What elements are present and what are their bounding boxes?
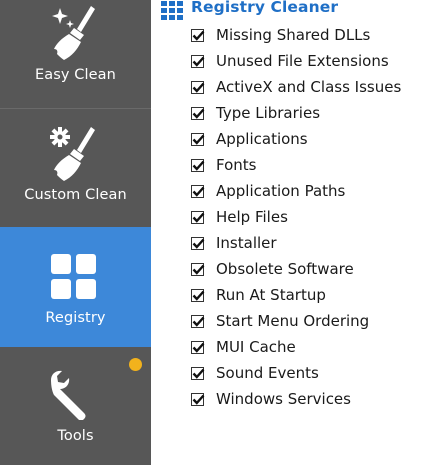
sidebar-item-custom-clean[interactable]: Custom Clean — [0, 109, 151, 227]
checkmark-icon — [192, 394, 205, 405]
checkmark-icon — [192, 264, 205, 275]
registry-option-row[interactable]: MUI Cache — [191, 335, 296, 359]
registry-option-label: Missing Shared DLLs — [216, 26, 371, 44]
checkbox[interactable] — [191, 314, 205, 328]
registry-option-label: Run At Startup — [216, 286, 326, 304]
checkmark-icon — [192, 30, 205, 41]
registry-option-row[interactable]: ActiveX and Class Issues — [191, 75, 401, 99]
checkbox[interactable] — [191, 236, 205, 250]
registry-option-label: Start Menu Ordering — [216, 312, 370, 330]
registry-option-label: Windows Services — [216, 390, 351, 408]
checkmark-icon — [192, 238, 205, 249]
registry-grid-icon — [51, 254, 96, 299]
checkmark-icon — [192, 56, 205, 67]
checkmark-icon — [192, 316, 205, 327]
registry-option-label: Sound Events — [216, 364, 319, 382]
registry-option-row[interactable]: Missing Shared DLLs — [191, 23, 370, 47]
registry-option-row[interactable]: Type Libraries — [191, 101, 320, 125]
registry-option-row[interactable]: Run At Startup — [191, 283, 326, 307]
checkbox[interactable] — [191, 340, 205, 354]
checkbox[interactable] — [191, 132, 205, 146]
wrench-icon — [51, 370, 86, 420]
registry-option-label: ActiveX and Class Issues — [216, 78, 402, 96]
checkbox[interactable] — [191, 184, 205, 198]
checkbox[interactable] — [191, 366, 205, 380]
checkmark-icon — [192, 82, 205, 93]
checkmark-icon — [192, 160, 205, 171]
section-title: Registry Cleaner — [191, 0, 339, 16]
checkmark-icon — [192, 342, 205, 353]
checkbox[interactable] — [191, 80, 205, 94]
registry-option-row[interactable]: Applications — [191, 127, 308, 151]
registry-option-label: Installer — [216, 234, 277, 252]
checkbox[interactable] — [191, 288, 205, 302]
sidebar-item-label: Easy Clean — [35, 67, 116, 83]
registry-option-label: Unused File Extensions — [216, 52, 389, 70]
registry-option-label: Applications — [216, 130, 308, 148]
checkbox[interactable] — [191, 106, 205, 120]
checkbox[interactable] — [191, 392, 205, 406]
sidebar-item-label: Registry — [45, 310, 106, 326]
registry-option-row[interactable]: Installer — [191, 231, 277, 255]
registry-option-label: Obsolete Software — [216, 260, 354, 278]
sidebar-item-registry[interactable]: Registry — [0, 227, 151, 347]
registry-option-label: Help Files — [216, 208, 288, 226]
registry-option-row[interactable]: Fonts — [191, 153, 256, 177]
sidebar-item-label: Tools — [57, 428, 94, 444]
checkmark-icon — [192, 134, 205, 145]
registry-option-label: Application Paths — [216, 182, 346, 200]
registry-option-row[interactable]: Obsolete Software — [191, 257, 354, 281]
registry-option-row[interactable]: Help Files — [191, 205, 288, 229]
registry-option-row[interactable]: Application Paths — [191, 179, 345, 203]
registry-option-row[interactable]: Unused File Extensions — [191, 49, 389, 73]
registry-grid-icon — [161, 1, 183, 20]
registry-option-row[interactable]: Start Menu Ordering — [191, 309, 369, 333]
registry-panel: Registry Cleaner Missing Shared DLLs Unus… — [151, 0, 447, 465]
registry-option-row[interactable]: Windows Services — [191, 387, 351, 411]
sidebar-item-easy-clean[interactable]: Easy Clean — [0, 0, 151, 108]
notification-badge — [129, 358, 142, 371]
checkmark-icon — [192, 290, 205, 301]
checkmark-icon — [192, 212, 205, 223]
broom-sparkle-icon — [52, 6, 95, 60]
checkmark-icon — [192, 186, 205, 197]
sidebar-item-label: Custom Clean — [24, 187, 127, 203]
registry-option-label: MUI Cache — [216, 338, 296, 356]
registry-option-label: Type Libraries — [216, 104, 321, 122]
checkmark-icon — [192, 108, 205, 119]
registry-option-row[interactable]: Sound Events — [191, 361, 319, 385]
checkbox[interactable] — [191, 54, 205, 68]
checkbox[interactable] — [191, 158, 205, 172]
checkmark-icon — [192, 368, 205, 379]
checkbox[interactable] — [191, 28, 205, 42]
registry-option-label: Fonts — [216, 156, 257, 174]
checkbox[interactable] — [191, 210, 205, 224]
sidebar: Easy Clean Custom Clean Registry Tools — [0, 0, 151, 465]
checkbox[interactable] — [191, 262, 205, 276]
broom-gear-icon — [50, 127, 95, 181]
